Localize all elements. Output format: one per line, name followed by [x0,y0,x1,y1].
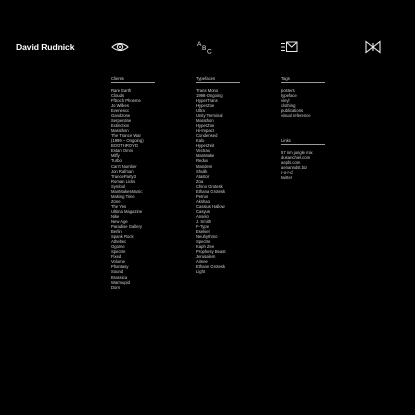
external-link-item[interactable]: twitter [281,175,325,180]
typeface-item-link[interactable]: Light [196,269,205,274]
client-item[interactable]: Dorn [111,285,155,290]
svg-text:C: C [207,49,212,55]
mail-icon[interactable] [280,40,298,54]
clients-heading: Clients [111,76,155,84]
tags-heading: Tags [281,76,325,84]
typefaces-column: Typefaces Trans Mono 1998-Ongoing HyperTra… [196,76,240,275]
typeface-item[interactable]: Light [196,269,240,274]
svg-text:B: B [202,45,206,52]
tags-column: Tags posters typeface vinyl clothing publica… [281,76,325,118]
external-link-item-link[interactable]: twitter [281,175,292,180]
tag-item[interactable]: visual reference [281,113,325,118]
brand-title[interactable]: David Rudnick [16,42,74,52]
eye-icon[interactable] [111,40,129,54]
tag-item-link[interactable]: visual reference [281,113,311,118]
links-heading: Links [281,138,325,146]
butterfly-icon[interactable] [364,40,382,54]
abc-icon[interactable]: A B C [196,40,214,54]
tags-list: posters typeface vinyl clothing publications… [281,88,325,118]
client-item-link[interactable]: Dorn [111,285,120,290]
links-column: Links 57 nm jungle mix dusanchiel.com aeph… [281,138,325,180]
clients-list: Rare Earth Clouds Fftroch Phoeme Jo Wilkes E… [111,88,155,290]
typefaces-heading: Typefaces [196,76,240,84]
clients-column: Clients Rare Earth Clouds Fftroch Phoeme Jo… [111,76,155,290]
links-list: 57 nm jungle mix dusanchiel.com aephi.com a… [281,150,325,180]
typefaces-list: Trans Mono 1998-Ongoing HyperTrans HyperZoe… [196,88,240,275]
